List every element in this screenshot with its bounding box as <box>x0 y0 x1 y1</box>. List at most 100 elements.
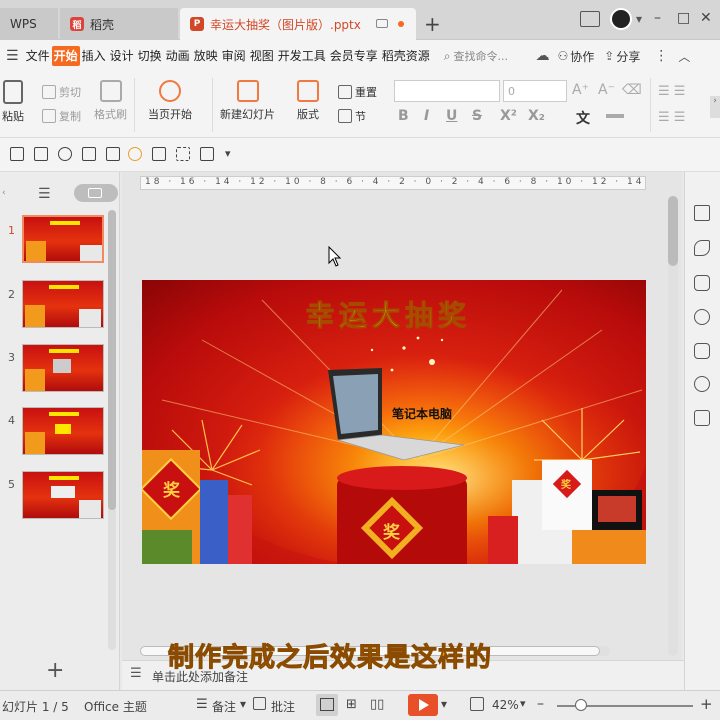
copy-button[interactable]: 复制 <box>42 108 81 124</box>
format-brush-icon[interactable] <box>82 147 96 161</box>
theme-name[interactable]: Office 主题 <box>84 698 147 715</box>
font-grow-icon[interactable]: A⁺ <box>572 82 589 98</box>
frame-icon[interactable] <box>200 147 214 161</box>
more-icon[interactable]: ⋮ <box>654 48 668 64</box>
panel-scrollbar[interactable] <box>108 210 116 650</box>
slide-thumbnail-2[interactable] <box>22 280 104 328</box>
menu-transition[interactable]: 切换 <box>136 46 164 66</box>
comments-button[interactable]: 批注 <box>271 698 295 715</box>
menu-design[interactable]: 设计 <box>108 46 136 66</box>
thumbnail-view-toggle[interactable] <box>74 184 118 202</box>
font-size-select[interactable]: 0 <box>503 80 567 102</box>
print-preview-icon[interactable] <box>34 147 48 161</box>
collapse-ribbon-icon[interactable]: ︿ <box>678 48 690 65</box>
layout-button[interactable]: 版式 <box>297 80 319 122</box>
minimize-button[interactable]: – <box>654 10 661 26</box>
format-painter-button[interactable]: 格式刷 <box>94 80 127 122</box>
reset-button[interactable]: 重置 <box>338 84 377 100</box>
add-slide-button[interactable]: + <box>46 658 64 683</box>
align-icon[interactable]: ☰ ☰ <box>658 110 685 125</box>
current-slide[interactable]: 幸运大抽奖 笔记本电脑 奖 奖 奖 <box>142 280 646 564</box>
tab-wps[interactable]: WPS <box>0 8 58 40</box>
layout-icon[interactable] <box>580 11 600 27</box>
fit-window-icon[interactable] <box>470 697 484 711</box>
magic-wand-icon[interactable] <box>694 240 710 256</box>
new-slide-button[interactable]: 新建幻灯片 <box>220 80 275 122</box>
outline-view-icon[interactable]: ☰ <box>38 186 51 202</box>
normal-view-button[interactable] <box>316 694 338 716</box>
zoom-dropdown-icon[interactable]: ▾ <box>520 697 526 710</box>
notes-dropdown-icon[interactable]: ▾ <box>240 697 246 711</box>
slide-thumbnail-4[interactable] <box>22 407 104 455</box>
strikethrough-button[interactable]: S <box>472 108 482 124</box>
section-button[interactable]: 节 <box>338 108 366 124</box>
paste-button[interactable]: 粘贴 <box>2 80 24 124</box>
menu-slideshow[interactable]: 放映 <box>192 46 220 66</box>
slideshow-play-button[interactable] <box>408 694 438 716</box>
new-tab-button[interactable]: + <box>424 12 441 36</box>
menu-home[interactable]: 开始 <box>51 46 80 66</box>
save-icon[interactable] <box>10 147 24 161</box>
notes-toggle-button[interactable]: 备注 <box>212 698 236 715</box>
menu-insert[interactable]: 插入 <box>80 46 108 66</box>
crop-icon[interactable] <box>176 147 190 161</box>
canvas-vscrollbar[interactable] <box>668 196 678 656</box>
slide-thumbnail-3[interactable] <box>22 344 104 392</box>
cube-icon[interactable] <box>694 410 710 426</box>
prize-label[interactable]: 笔记本电脑 <box>392 405 452 422</box>
slide-title[interactable]: 幸运大抽奖 <box>305 294 471 334</box>
bullet-list-icon[interactable]: ☰ ☰ <box>658 84 685 99</box>
canvas-vscroll-thumb[interactable] <box>668 196 678 266</box>
play-from-current-button[interactable]: 当页开始 <box>148 80 192 122</box>
font-name-select[interactable] <box>394 80 500 102</box>
eraser-icon[interactable]: ⌫ <box>622 82 642 98</box>
animation-icon[interactable] <box>694 376 710 392</box>
zoom-in-button[interactable]: + <box>700 695 713 713</box>
export-icon[interactable] <box>152 147 166 161</box>
menu-file[interactable]: 文件 <box>24 46 52 66</box>
panel-scrollbar-thumb[interactable] <box>108 210 116 510</box>
font-shrink-icon[interactable]: A⁻ <box>598 82 615 98</box>
reading-view-icon[interactable]: ▯▯ <box>370 697 384 712</box>
chevron-down-icon[interactable]: ▾ <box>636 12 642 26</box>
avatar[interactable] <box>610 8 632 30</box>
collapse-panel-icon[interactable]: ‹ <box>2 188 6 198</box>
slide-thumbnail-5[interactable] <box>22 471 104 519</box>
menu-developer[interactable]: 开发工具 <box>276 46 328 66</box>
settings-sliders-icon[interactable] <box>694 205 710 221</box>
picture-icon[interactable] <box>694 343 710 359</box>
customize-toolbar-icon[interactable]: ▾ <box>225 147 231 160</box>
grid-view-icon[interactable]: ⊞ <box>346 697 357 712</box>
insert-picture-icon[interactable] <box>106 147 120 161</box>
command-search-input[interactable]: 查找命令... <box>453 48 531 64</box>
share-button[interactable]: 分享 <box>616 48 640 65</box>
slideshow-dropdown-icon[interactable]: ▾ <box>441 697 447 711</box>
monitor-icon[interactable] <box>376 19 388 28</box>
slide-thumbnail-1[interactable] <box>22 215 104 263</box>
zoom-level[interactable]: 42% <box>492 698 519 712</box>
redo-icon[interactable] <box>58 147 72 161</box>
tab-daoke[interactable]: 稻 稻壳 <box>60 8 178 40</box>
menu-view[interactable]: 视图 <box>248 46 276 66</box>
cloud-icon[interactable]: ☁ <box>535 48 549 64</box>
bold-button[interactable]: B <box>398 108 409 124</box>
superscript-icon[interactable]: X² <box>500 108 517 124</box>
font-color-icon[interactable] <box>606 114 624 118</box>
underline-button[interactable]: U <box>446 108 457 124</box>
play-icon[interactable] <box>128 147 142 161</box>
ribbon-scroll-right-icon[interactable]: › <box>710 96 720 118</box>
help-icon[interactable] <box>694 309 710 325</box>
maximize-button[interactable]: □ <box>677 10 690 26</box>
text-effect-button[interactable]: 文 <box>576 108 590 128</box>
zoom-slider-thumb[interactable] <box>575 699 587 711</box>
tab-document[interactable]: P 幸运大抽奖（图片版）.pptx <box>180 8 416 40</box>
menu-animation[interactable]: 动画 <box>164 46 192 66</box>
cut-button[interactable]: 剪切 <box>42 84 81 100</box>
menu-member[interactable]: 会员专享 <box>328 46 380 66</box>
menu-daoke-resources[interactable]: 稻壳资源 <box>380 46 432 66</box>
hamburger-icon[interactable]: ☰ <box>6 48 19 64</box>
collab-button[interactable]: 协作 <box>570 48 594 65</box>
copy-style-icon[interactable] <box>694 275 710 291</box>
zoom-out-button[interactable]: – <box>537 696 544 712</box>
close-button[interactable]: ✕ <box>700 10 712 26</box>
